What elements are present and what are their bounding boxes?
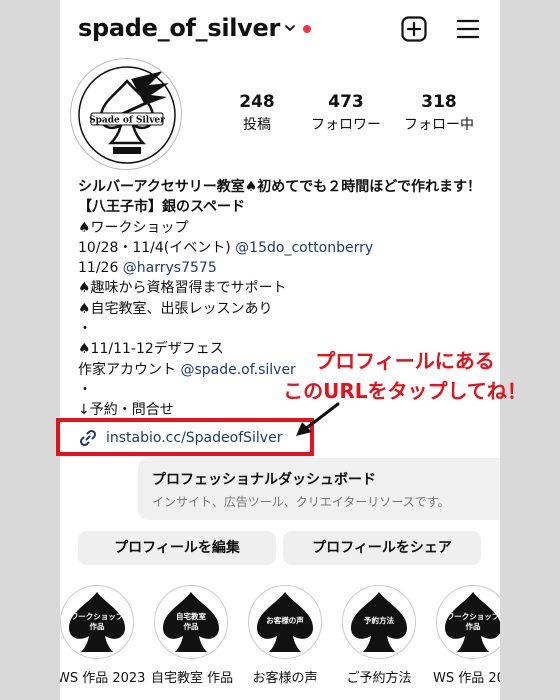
bio-link-text[interactable]: instabio.cc/SpadeofSilver <box>106 430 282 446</box>
top-bar: spade_of_silver <box>60 0 500 58</box>
link-icon <box>79 429 97 447</box>
bio-line: ♠自宅教室、出張レッスンあり <box>78 300 273 317</box>
highlight-label: 自宅教室 作品 <box>151 671 234 686</box>
highlight-icon-text: ワークショップ <box>70 612 124 621</box>
following-stat[interactable]: 318 フォロー中 <box>394 92 484 134</box>
bio-text: 10/28・11/4(イベント) <box>78 239 236 256</box>
posts-count: 248 <box>239 92 275 112</box>
posts-stat[interactable]: 248 投稿 <box>212 92 302 134</box>
svg-text:Spade of Silver: Spade of Silver <box>89 116 165 126</box>
bio-line: ♠趣味から資格習得までサポート <box>78 280 287 297</box>
notification-dot <box>303 25 311 33</box>
highlight-cover: 予約方法 <box>342 585 416 659</box>
highlight-item[interactable]: ワークショップ作品 WS 作品 2022 <box>433 585 500 686</box>
highlight-icon-text: お客様の声 <box>266 616 304 625</box>
dashboard-subtitle: インサイト、広告ツール、クリエイターリソースです。 <box>152 495 450 509</box>
username[interactable]: spade_of_silver <box>78 14 280 42</box>
avatar[interactable]: Spade of Silver <box>70 58 182 170</box>
highlight-icon-text: 作品 <box>183 622 199 631</box>
highlight-icon-text: 作品 <box>89 622 105 631</box>
menu-icon[interactable] <box>456 17 480 41</box>
followers-count: 473 <box>328 92 364 112</box>
highlight-label: お客様の声 <box>252 671 318 686</box>
mention-link[interactable]: @harrys7575 <box>123 260 217 276</box>
bio-text: 11/26 <box>78 260 123 277</box>
annotation-line: プロフィールにある <box>315 349 495 373</box>
share-profile-button[interactable]: プロフィールをシェア <box>283 531 481 565</box>
bio-line: ♠ワークショップ <box>78 219 189 236</box>
create-post-icon[interactable] <box>401 16 427 42</box>
highlight-item[interactable]: お客様の声 お客様の声 <box>245 585 325 686</box>
highlight-cover: お客様の声 <box>248 585 322 659</box>
spade-icon: ワークショップ 作品 <box>442 590 500 654</box>
bio-line: 11/26 @harrys7575 <box>78 258 488 278</box>
highlight-cover: 自宅教室 作品 <box>154 585 228 659</box>
spade-icon: ワークショップ 作品 <box>66 590 128 654</box>
highlight-item[interactable]: 自宅教室 作品 自宅教室 作品 <box>151 585 234 686</box>
highlight-item[interactable]: ワークショップ 作品 WS 作品 2023 <box>60 585 146 686</box>
bio-name: シルバーアクセサリー教室♠初めてでも２時間ほどで作れます！【八王子市】銀のスペー… <box>78 179 482 216</box>
highlight-cover: ワークショップ 作品 <box>436 585 500 659</box>
spade-icon: 予約方法 <box>348 590 410 654</box>
followers-stat[interactable]: 473 フォロワー <box>301 92 391 134</box>
bio-text: 作家アカウント <box>78 361 181 378</box>
highlight-icon-text: 予約方法 <box>364 616 394 625</box>
highlight-icon-text: 作品 <box>465 622 481 631</box>
highlight-cover: ワークショップ 作品 <box>60 585 134 659</box>
highlight-item[interactable]: 予約方法 ご予約方法 <box>339 585 419 686</box>
edit-profile-button[interactable]: プロフィールを編集 <box>78 531 276 565</box>
bio-line: 10/28・11/4(イベント) @15do_cottonberry <box>78 238 488 258</box>
bio-line: ・ <box>78 321 92 338</box>
highlight-label: ご予約方法 <box>346 671 412 686</box>
following-label: フォロー中 <box>404 117 474 133</box>
chevron-down-icon[interactable] <box>284 22 296 34</box>
dashboard-title: プロフェッショナルダッシュボード <box>152 472 376 488</box>
spade-icon: 自宅教室 作品 <box>160 590 222 654</box>
following-count: 318 <box>421 92 457 112</box>
annotation-arrow-icon <box>296 402 340 436</box>
spade-of-silver-logo: Spade of Silver <box>78 66 176 164</box>
mention-link[interactable]: @15do_cottonberry <box>235 240 373 256</box>
highlight-label: WS 作品 2023 <box>60 671 146 686</box>
annotation-callout: プロフィールにある このURLをタップしてね！ <box>270 346 540 406</box>
spade-icon: お客様の声 <box>254 590 316 654</box>
bio-link[interactable]: instabio.cc/SpadeofSilver <box>78 425 282 451</box>
highlight-icon-text: ワークショップ <box>446 612 500 621</box>
followers-label: フォロワー <box>311 117 381 133</box>
professional-dashboard[interactable]: プロフェッショナルダッシュボード インサイト、広告ツール、クリエイターリソースで… <box>138 458 500 520</box>
highlight-icon-text: 自宅教室 <box>176 612 206 621</box>
highlight-label: WS 作品 2022 <box>433 671 500 686</box>
posts-label: 投稿 <box>243 117 271 133</box>
